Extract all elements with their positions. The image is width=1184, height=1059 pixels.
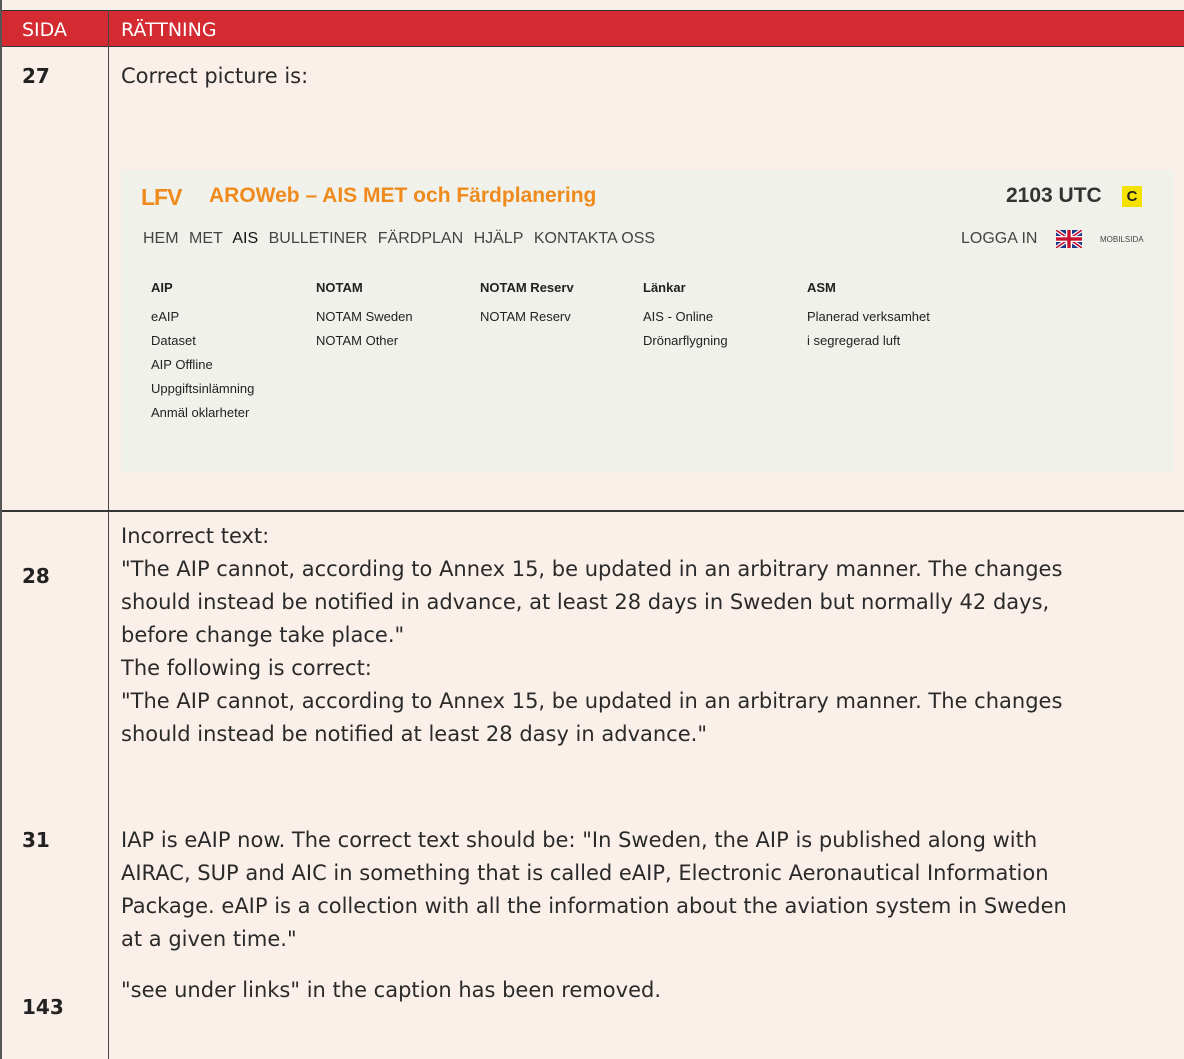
line: should instead be notified at least 28 d… [121, 722, 707, 746]
page-number-28: 28 [22, 564, 50, 588]
row-separator [2, 510, 1184, 512]
correction-28-text: Incorrect text: "The AIP cannot, accordi… [121, 520, 1171, 751]
menu-col-notam-reserv: NOTAM Reserv NOTAM Reserv [480, 280, 574, 329]
line: "The AIP cannot, according to Annex 15, … [121, 689, 1063, 713]
nav-ais[interactable]: AIS [232, 230, 258, 247]
line: at a given time." [121, 927, 297, 951]
menu-item[interactable]: NOTAM Reserv [480, 305, 574, 329]
menu-col-notam: NOTAM NOTAM Sweden NOTAM Other [316, 280, 413, 353]
menu-item[interactable]: Drönarflygning [643, 329, 728, 353]
menu-heading: Länkar [643, 280, 686, 295]
nav-kontakta[interactable]: KONTAKTA OSS [534, 230, 655, 247]
line: Incorrect text: [121, 524, 270, 548]
page-number-31: 31 [22, 828, 50, 852]
c-badge: C [1122, 186, 1142, 207]
menu-item[interactable]: Planerad verksamhet [807, 305, 930, 329]
line: should instead be notified in advance, a… [121, 590, 1050, 614]
menu-col-asm: ASM Planerad verksamhet i segregerad luf… [807, 280, 930, 353]
menu-item[interactable]: Dataset [151, 329, 254, 353]
login-link[interactable]: LOGGA IN [961, 230, 1037, 248]
nav-met[interactable]: MET [189, 230, 223, 247]
page-number-143: 143 [22, 995, 64, 1019]
table-header: SIDA RÄTTNING [2, 10, 1184, 47]
menu-item[interactable]: AIP Offline [151, 353, 254, 377]
correction-27-text: Correct picture is: [121, 64, 309, 88]
line: "The AIP cannot, according to Annex 15, … [121, 557, 1063, 581]
menu-heading: AIP [151, 280, 173, 295]
menu-col-lankar: Länkar AIS - Online Drönarflygning [643, 280, 728, 353]
nav-bulletiner[interactable]: BULLETINER [269, 230, 368, 247]
page-number-27: 27 [22, 64, 50, 88]
menu-item[interactable]: NOTAM Sweden [316, 305, 413, 329]
line: Package. eAIP is a collection with all t… [121, 894, 1067, 918]
nav-hjalp[interactable]: HJÄLP [474, 230, 524, 247]
line: before change take place." [121, 623, 405, 647]
menu-item[interactable]: Anmäl oklarheter [151, 401, 254, 425]
menu-item: i segregerad luft [807, 333, 901, 348]
utc-clock: 2103 UTC [1006, 184, 1102, 207]
line: The following is correct: [121, 656, 372, 680]
mobile-link[interactable]: MOBILSIDA [1100, 235, 1144, 244]
lfv-logo: LFV [141, 184, 182, 210]
column-divider [108, 10, 109, 1059]
line: AIRAC, SUP and AIC in something that is … [121, 861, 1049, 885]
menu-item[interactable]: eAIP [151, 305, 254, 329]
app-title: AROWeb – AIS MET och Färdplanering [209, 184, 597, 207]
errata-table: SIDA RÄTTNING 27 Correct picture is: LFV… [0, 0, 1184, 1059]
menu-heading: NOTAM [316, 280, 363, 295]
menu-item[interactable]: NOTAM Other [316, 329, 413, 353]
main-nav: HEM MET AIS BULLETINER FÄRDPLAN HJÄLP KO… [143, 230, 661, 248]
uk-flag-icon[interactable] [1056, 230, 1082, 248]
correction-31-text: IAP is eAIP now. The correct text should… [121, 824, 1171, 956]
menu-col-aip: AIP eAIP Dataset AIP Offline Uppgiftsinl… [151, 280, 254, 425]
header-rattning: RÄTTNING [121, 19, 217, 41]
menu-heading: NOTAM Reserv [480, 280, 574, 295]
nav-fardplan[interactable]: FÄRDPLAN [378, 230, 463, 247]
nav-hem[interactable]: HEM [143, 230, 179, 247]
header-sida: SIDA [22, 19, 67, 41]
correction-143-text: "see under links" in the caption has bee… [121, 978, 662, 1002]
line: IAP is eAIP now. The correct text should… [121, 828, 1038, 852]
aroweb-screenshot: LFV AROWeb – AIS MET och Färdplanering 2… [121, 170, 1174, 472]
menu-item[interactable]: Uppgiftsinlämning [151, 377, 254, 401]
menu-heading: ASM [807, 280, 836, 295]
menu-item[interactable]: AIS - Online [643, 305, 728, 329]
